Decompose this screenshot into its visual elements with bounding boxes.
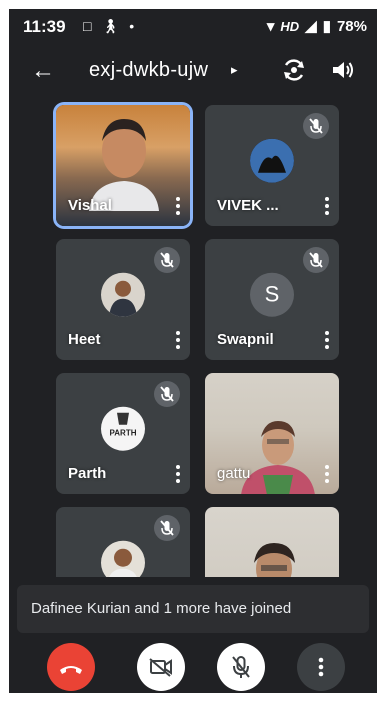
end-call-button[interactable] <box>47 643 95 691</box>
avatar-letter: S <box>250 272 294 317</box>
participant-grid: Vishal VIVEK ... Heet S Swapnil PARTH Pa… <box>9 95 377 577</box>
network-type: HD <box>280 18 300 34</box>
more-vert-icon[interactable] <box>176 331 180 349</box>
more-vert-icon[interactable] <box>325 197 329 215</box>
camera-toggle-button[interactable] <box>137 643 185 691</box>
more-vert-icon[interactable] <box>176 465 180 483</box>
participant-tile[interactable]: Heet <box>56 239 190 360</box>
participant-tile[interactable]: PARTH Parth <box>56 373 190 494</box>
signal-icon: ◢ <box>305 18 317 35</box>
call-controls <box>9 643 377 693</box>
chevron-right-icon[interactable]: ▸ <box>231 62 238 78</box>
more-vert-icon[interactable] <box>176 197 180 215</box>
participant-tile[interactable] <box>205 507 339 577</box>
participant-video <box>254 543 295 577</box>
screen-record-icon: □ <box>83 18 92 34</box>
mic-off-icon <box>303 113 329 139</box>
battery-icon: ▮ <box>322 18 331 35</box>
battery-level: 78% <box>336 17 367 35</box>
participant-video <box>241 421 315 494</box>
participant-tile[interactable]: S Swapnil <box>205 239 339 360</box>
participant-video <box>89 119 159 211</box>
participant-name: gattu <box>217 465 251 482</box>
participant-tile[interactable] <box>56 507 190 577</box>
avatar-logo-text: PARTH <box>109 428 137 438</box>
mic-off-icon <box>154 381 180 407</box>
avatar <box>250 138 294 183</box>
more-options-button[interactable] <box>297 643 345 691</box>
join-notification: Dafinee Kurian and 1 more have joined <box>17 585 369 633</box>
participant-tile[interactable]: Vishal <box>56 105 190 226</box>
status-time: 11:39 <box>23 17 66 36</box>
more-vert-icon[interactable] <box>325 331 329 349</box>
walk-icon: 🚶︎ <box>101 18 120 34</box>
more-vert-icon[interactable] <box>325 465 329 483</box>
more-vert-icon <box>318 657 324 677</box>
speaker-icon[interactable] <box>331 59 355 81</box>
participant-tile[interactable]: VIVEK ... <box>205 105 339 226</box>
meeting-code[interactable]: exj-dwkb-ujw <box>89 59 208 82</box>
switch-camera-icon[interactable] <box>281 57 307 83</box>
avatar <box>101 540 145 577</box>
mic-off-icon <box>154 247 180 273</box>
participant-name: Heet <box>68 331 101 348</box>
mic-off-icon <box>303 247 329 273</box>
participant-name: Parth <box>68 465 107 482</box>
participant-name: Vishal <box>68 197 112 214</box>
call-header: ← exj-dwkb-ujw ▸ <box>9 53 377 93</box>
participant-name: Swapnil <box>217 331 274 348</box>
participant-name: VIVEK ... <box>217 197 279 214</box>
dot-icon: • <box>129 18 135 34</box>
participant-tile[interactable]: gattu <box>205 373 339 494</box>
videocam-off-icon <box>149 658 172 677</box>
avatar <box>101 272 145 317</box>
phone-hangup-icon <box>60 666 82 674</box>
mic-off-icon <box>154 515 180 541</box>
wifi-icon: ▾ <box>266 18 275 35</box>
avatar: PARTH <box>101 406 145 451</box>
status-bar: 11:39 □ 🚶︎ • ▾ HD ◢ ▮ 78% <box>9 9 377 43</box>
back-arrow-icon[interactable]: ← <box>31 57 55 85</box>
mic-off-icon <box>232 656 250 678</box>
mic-toggle-button[interactable] <box>217 643 265 691</box>
meet-call-screen: 11:39 □ 🚶︎ • ▾ HD ◢ ▮ 78% ← exj-dwkb-ujw… <box>9 9 377 693</box>
